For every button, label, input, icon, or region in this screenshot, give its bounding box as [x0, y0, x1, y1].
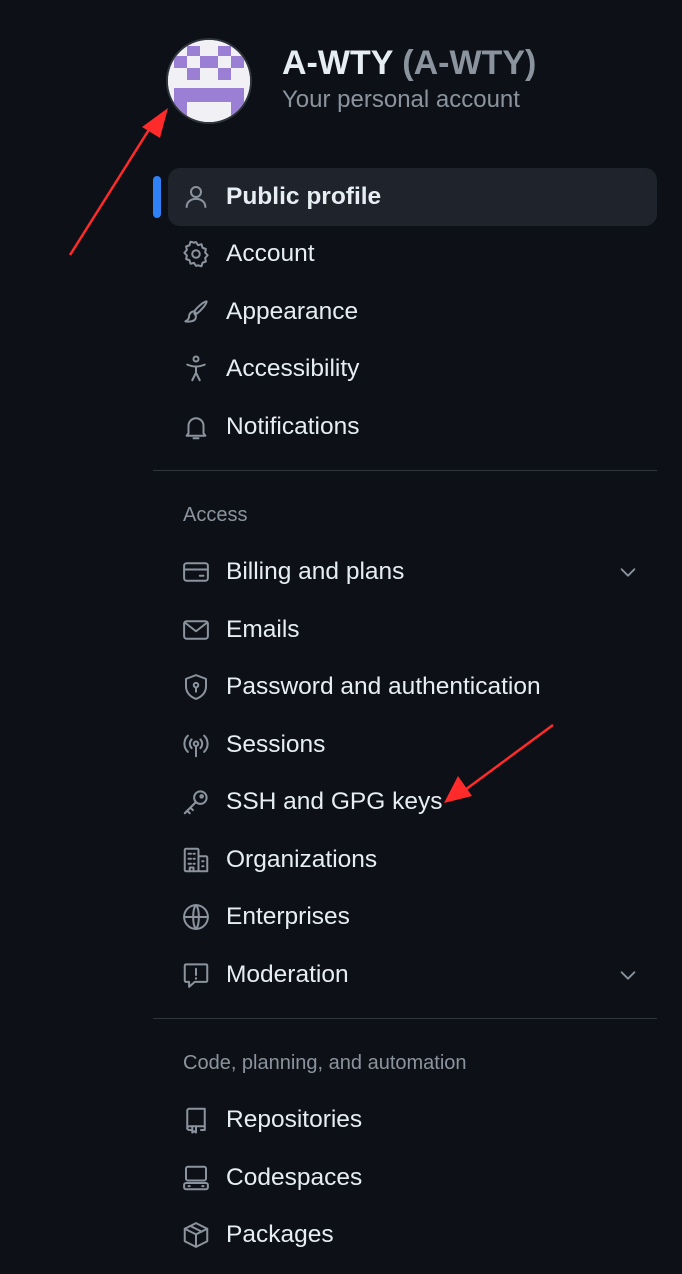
- broadcast-icon: [181, 730, 211, 760]
- nav-item-password-authentication[interactable]: Password and authentication: [168, 659, 657, 717]
- login-name: (A-WTY): [402, 44, 537, 82]
- nav-item-billing[interactable]: Billing and plans: [168, 544, 657, 602]
- nav-label: Appearance: [226, 297, 359, 325]
- shield-lock-icon: [181, 672, 211, 702]
- nav-label: Repositories: [226, 1106, 363, 1134]
- nav-label: Moderation: [226, 960, 349, 988]
- nav-label: Notifications: [226, 412, 360, 440]
- nav-label: Sessions: [226, 730, 326, 758]
- nav-label: Enterprises: [226, 903, 350, 931]
- nav-item-ssh-gpg-keys[interactable]: SSH and GPG keys: [168, 774, 657, 832]
- chevron-down-icon[interactable]: [617, 561, 639, 583]
- nav-item-accessibility[interactable]: Accessibility: [168, 341, 657, 399]
- nav-item-notifications[interactable]: Notifications: [168, 398, 657, 456]
- nav-item-codespaces[interactable]: Codespaces: [168, 1149, 657, 1207]
- chevron-down-icon[interactable]: [617, 964, 639, 986]
- section-heading-code: Code, planning, and automation: [183, 1051, 467, 1074]
- mail-icon: [181, 615, 211, 645]
- nav-item-appearance[interactable]: Appearance: [168, 283, 657, 341]
- account-name: A-WTY (A-WTY): [282, 41, 536, 85]
- nav-label: Accessibility: [226, 355, 360, 383]
- avatar[interactable]: [166, 38, 252, 124]
- nav-label: Packages: [226, 1221, 334, 1249]
- section-heading-access: Access: [183, 503, 248, 526]
- globe-icon: [181, 902, 211, 932]
- person-icon: [181, 182, 211, 212]
- key-icon: [181, 787, 211, 817]
- divider: [153, 469, 657, 471]
- identicon-image: [168, 40, 250, 122]
- gear-icon: [181, 239, 211, 269]
- nav-label: Public profile: [226, 182, 382, 210]
- nav-label: Codespaces: [226, 1163, 363, 1191]
- nav-item-account[interactable]: Account: [168, 226, 657, 284]
- nav-item-enterprises[interactable]: Enterprises: [168, 889, 657, 947]
- organization-icon: [181, 845, 211, 875]
- nav-item-moderation[interactable]: Moderation: [168, 946, 657, 1004]
- settings-sidebar-page: A-WTY (A-WTY) Your personal account Publ…: [0, 0, 682, 1274]
- nav-label: Billing and plans: [226, 558, 405, 586]
- report-icon: [181, 960, 211, 990]
- package-icon: [181, 1220, 211, 1250]
- display-name[interactable]: A-WTY: [282, 44, 393, 82]
- account-header: A-WTY (A-WTY) Your personal account: [166, 38, 536, 124]
- nav-item-packages[interactable]: Packages: [168, 1207, 657, 1265]
- nav-item-organizations[interactable]: Organizations: [168, 831, 657, 889]
- credit-card-icon: [181, 557, 211, 587]
- settings-nav: Public profile Account Appearance Access…: [153, 168, 657, 1264]
- nav-label: SSH and GPG keys: [226, 788, 443, 816]
- accessibility-icon: [181, 354, 211, 384]
- bell-icon: [181, 412, 211, 442]
- nav-item-public-profile[interactable]: Public profile: [153, 168, 657, 226]
- repo-icon: [181, 1105, 211, 1135]
- nav-item-repositories[interactable]: Repositories: [168, 1092, 657, 1150]
- codespaces-icon: [181, 1163, 211, 1193]
- paintbrush-icon: [181, 297, 211, 327]
- nav-label: Organizations: [226, 845, 378, 873]
- nav-label: Account: [226, 240, 315, 268]
- account-subtitle: Your personal account: [282, 86, 520, 113]
- divider: [153, 1017, 657, 1019]
- active-indicator: [153, 176, 161, 218]
- nav-label: Password and authentication: [226, 673, 541, 701]
- nav-label: Emails: [226, 615, 300, 643]
- nav-item-emails[interactable]: Emails: [168, 601, 657, 659]
- nav-item-sessions[interactable]: Sessions: [168, 716, 657, 774]
